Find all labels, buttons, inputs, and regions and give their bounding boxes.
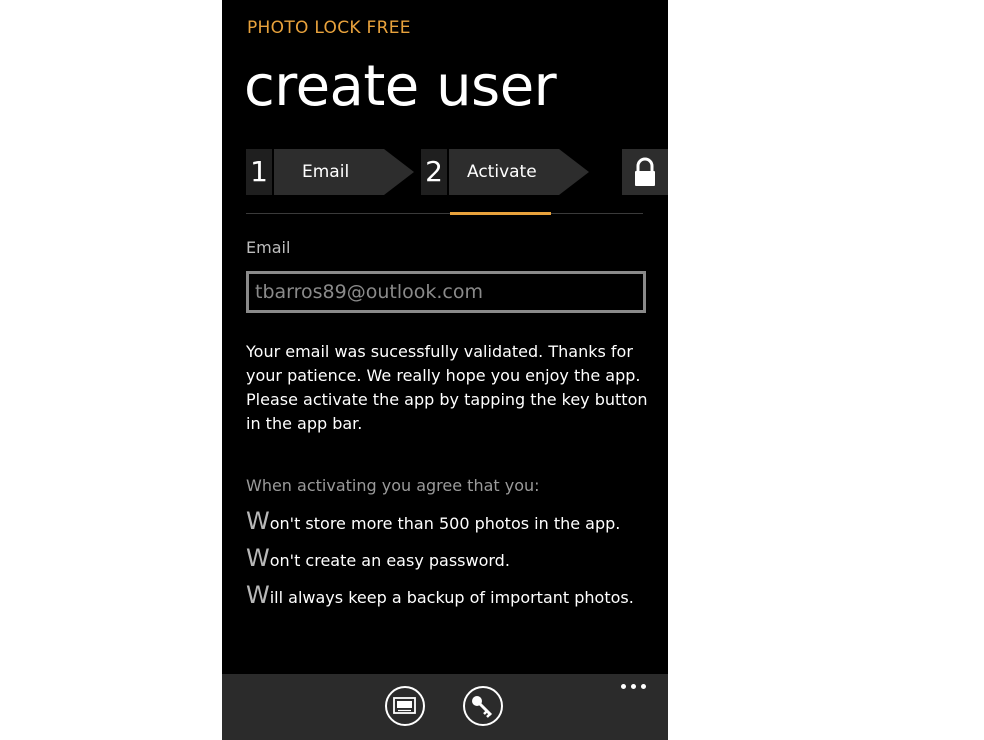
agreement-term: Will always keep a backup of important p… xyxy=(246,577,666,614)
agreement-term: Won't store more than 500 photos in the … xyxy=(246,503,666,540)
term-initial: W xyxy=(246,507,270,535)
lock-step-tile[interactable] xyxy=(622,149,668,195)
active-step-underline xyxy=(450,212,551,215)
step-email[interactable]: 1 Email xyxy=(246,149,416,195)
term-text: ill always keep a backup of important ph… xyxy=(269,588,634,607)
phone-screen: PHOTO LOCK FREE create user 1 Email 2 Ac… xyxy=(222,0,668,740)
term-text: on't create an easy password. xyxy=(269,551,510,570)
step-activate[interactable]: 2 Activate xyxy=(421,149,591,195)
step-number: 2 xyxy=(421,149,447,195)
agreement-terms: Won't store more than 500 photos in the … xyxy=(246,503,666,614)
keyboard-button[interactable] xyxy=(385,686,425,726)
keyboard-abc-icon xyxy=(393,697,416,714)
more-options-icon[interactable] xyxy=(619,674,653,694)
activate-key-button[interactable] xyxy=(463,686,503,726)
step-label: Email xyxy=(274,149,414,195)
term-initial: W xyxy=(246,544,270,572)
lock-icon xyxy=(635,157,655,186)
app-title: PHOTO LOCK FREE xyxy=(247,18,411,38)
app-bar xyxy=(222,674,668,740)
key-icon xyxy=(472,696,493,718)
agreement-term: Won't create an easy password. xyxy=(246,540,666,577)
page-title: create user xyxy=(244,54,557,119)
step-number: 1 xyxy=(246,149,272,195)
validation-message: Your email was sucessfully validated. Th… xyxy=(246,342,648,433)
term-text: on't store more than 500 photos in the a… xyxy=(269,514,621,533)
step-label: Activate xyxy=(449,149,589,195)
step-divider xyxy=(246,213,643,214)
email-field-label: Email xyxy=(246,238,291,257)
term-initial: W xyxy=(246,581,270,609)
email-field[interactable] xyxy=(246,271,646,313)
step-indicator: 1 Email 2 Activate xyxy=(246,149,668,195)
agreement-intro: When activating you agree that you: xyxy=(246,476,540,495)
